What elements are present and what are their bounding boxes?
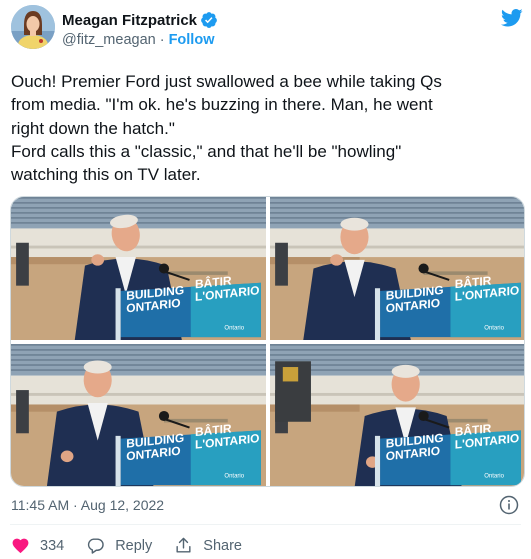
tweet-text: Ouch! Premier Ford just swallowed a bee … (11, 70, 523, 186)
author-display-name[interactable]: Meagan Fitzpatrick (62, 12, 197, 29)
sign-brand-ontario: Ontario (484, 326, 504, 332)
author-handle-row: @fitz_meagan · Follow (62, 31, 214, 49)
tweet-text-line: Ford calls this a "classic," and that he… (11, 141, 402, 161)
author-handle[interactable]: @fitz_meagan (62, 32, 156, 48)
heart-icon (12, 538, 29, 554)
photo-4[interactable]: BUILDINGONTARIO BÂTIRL'ONTARIO Ontario (270, 344, 524, 486)
tweet-card: Meagan Fitzpatrick @fitz_meagan · Follow… (0, 0, 531, 559)
like-button[interactable]: 334 (11, 536, 64, 555)
tweet-timestamp[interactable]: 11:45 AM · Aug 12, 2022 (11, 497, 164, 513)
reply-button[interactable]: Reply (86, 536, 152, 555)
reply-label: Reply (115, 537, 153, 554)
info-icon[interactable] (499, 495, 519, 515)
photo-2[interactable]: BUILDINGONTARIO BÂTIRL'ONTARIO Ontario (270, 197, 524, 340)
tweet-text-line: right down the hatch." (11, 118, 175, 138)
sign-brand-ontario: Ontario (224, 326, 244, 332)
media-grid: BUILDINGONTARIO BÂTIRL'ONTARIO Ontario BUI… (10, 196, 525, 487)
follow-button[interactable]: Follow (169, 32, 215, 48)
twitter-bird-icon[interactable] (500, 8, 523, 28)
separator-dot: · (159, 32, 165, 48)
tweet-text-line: Ouch! Premier Ford just swallowed a bee … (11, 72, 442, 91)
reply-icon (88, 538, 104, 554)
avatar[interactable] (11, 5, 55, 49)
sign-brand-ontario: Ontario (224, 473, 244, 479)
share-button[interactable]: Share (174, 536, 242, 555)
tweet-text-line: watching this on TV later. (11, 165, 201, 185)
tweet-actions: 334 Reply Share (11, 536, 264, 555)
tweet-text-line: from media. "I'm ok. he's buzzing in the… (11, 95, 433, 115)
photo-1[interactable]: BUILDINGONTARIO BÂTIRL'ONTARIO Ontario (11, 197, 266, 340)
share-icon (176, 537, 191, 553)
footer-divider (10, 524, 521, 525)
sign-brand-ontario: Ontario (484, 473, 504, 479)
like-count: 334 (40, 537, 65, 554)
share-label: Share (203, 537, 242, 554)
photo-3[interactable]: BUILDINGONTARIO BÂTIRL'ONTARIO Ontario (11, 344, 266, 486)
verified-badge-icon (200, 11, 218, 29)
author-name-row: Meagan Fitzpatrick (62, 11, 218, 29)
